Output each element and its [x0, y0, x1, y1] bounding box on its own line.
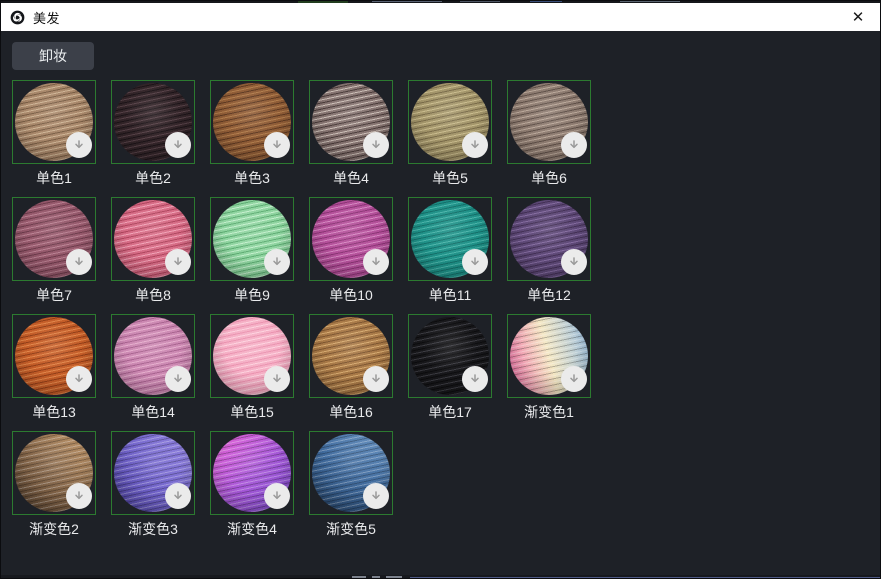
hair-style-tile[interactable]: 单色14	[111, 314, 195, 431]
hair-style-tile[interactable]: 单色11	[408, 197, 492, 314]
tile-label: 单色16	[309, 401, 393, 423]
download-icon[interactable]	[264, 483, 290, 509]
background-text-marks	[620, 0, 680, 2]
download-icon[interactable]	[462, 132, 488, 158]
hair-style-tile[interactable]: 单色3	[210, 80, 294, 197]
tile-label: 单色11	[408, 284, 492, 306]
tile-label: 单色5	[408, 167, 492, 189]
tile-label: 单色6	[507, 167, 591, 189]
download-icon[interactable]	[66, 366, 92, 392]
remove-makeup-button[interactable]: 卸妆	[12, 42, 94, 70]
background-text-marks	[460, 0, 500, 2]
hair-style-tile[interactable]: 单色13	[12, 314, 96, 431]
hair-style-tile[interactable]: 渐变色3	[111, 431, 195, 548]
download-icon[interactable]	[264, 249, 290, 275]
close-icon[interactable]: ✕	[847, 6, 869, 28]
tile-label: 单色7	[12, 284, 96, 306]
tile-label: 单色17	[408, 401, 492, 423]
background-text-marks	[386, 576, 402, 578]
hair-style-tile[interactable]: 渐变色4	[210, 431, 294, 548]
obs-logo-icon	[10, 10, 25, 25]
download-icon[interactable]	[561, 249, 587, 275]
hair-style-tile[interactable]: 单色8	[111, 197, 195, 314]
tile-label: 单色1	[12, 167, 96, 189]
tile-label: 单色8	[111, 284, 195, 306]
hair-style-tile[interactable]: 单色10	[309, 197, 393, 314]
download-icon[interactable]	[66, 132, 92, 158]
tile-label: 单色4	[309, 167, 393, 189]
tile-label: 单色2	[111, 167, 195, 189]
hair-style-tile[interactable]: 单色12	[507, 197, 591, 314]
hair-style-tile[interactable]: 单色6	[507, 80, 591, 197]
download-icon[interactable]	[462, 366, 488, 392]
download-icon[interactable]	[165, 249, 191, 275]
tile-label: 单色3	[210, 167, 294, 189]
tile-label: 渐变色1	[507, 401, 591, 423]
background-text-marks	[530, 0, 562, 2]
hair-style-tile[interactable]: 单色1	[12, 80, 96, 197]
tile-label: 渐变色3	[111, 518, 195, 540]
download-icon[interactable]	[165, 132, 191, 158]
download-icon[interactable]	[363, 132, 389, 158]
download-icon[interactable]	[66, 483, 92, 509]
dialog-title: 美发	[33, 8, 60, 27]
tile-label: 单色10	[309, 284, 393, 306]
tile-label: 单色15	[210, 401, 294, 423]
tile-label: 单色12	[507, 284, 591, 306]
download-icon[interactable]	[363, 483, 389, 509]
download-icon[interactable]	[363, 366, 389, 392]
tile-label: 渐变色2	[12, 518, 96, 540]
download-icon[interactable]	[66, 249, 92, 275]
dialog-body: 卸妆 单色1 单色2	[0, 31, 881, 575]
download-icon[interactable]	[462, 249, 488, 275]
hair-style-tile[interactable]: 渐变色2	[12, 431, 96, 548]
hair-style-tile[interactable]: 单色2	[111, 80, 195, 197]
tile-label: 单色13	[12, 401, 96, 423]
background-app-strip-bottom	[0, 575, 881, 579]
download-icon[interactable]	[165, 366, 191, 392]
hair-style-tile[interactable]: 渐变色1	[507, 314, 591, 431]
hair-style-tile[interactable]: 单色16	[309, 314, 393, 431]
hair-style-tile[interactable]: 单色17	[408, 314, 492, 431]
hair-style-tile[interactable]: 渐变色5	[309, 431, 393, 548]
download-icon[interactable]	[561, 366, 587, 392]
hair-style-tile[interactable]: 单色5	[408, 80, 492, 197]
download-icon[interactable]	[561, 132, 587, 158]
background-text-marks	[352, 576, 366, 578]
tile-label: 单色14	[111, 401, 195, 423]
download-icon[interactable]	[264, 366, 290, 392]
dialog-titlebar: 美发 ✕	[0, 3, 881, 31]
background-text-marks	[372, 576, 380, 578]
hair-style-tile[interactable]: 单色7	[12, 197, 96, 314]
hair-style-tile[interactable]: 单色15	[210, 314, 294, 431]
hair-style-tile[interactable]: 单色9	[210, 197, 294, 314]
tile-label: 渐变色5	[309, 518, 393, 540]
tile-label: 单色9	[210, 284, 294, 306]
tile-label: 渐变色4	[210, 518, 294, 540]
hair-style-tile[interactable]: 单色4	[309, 80, 393, 197]
download-icon[interactable]	[165, 483, 191, 509]
download-icon[interactable]	[264, 132, 290, 158]
background-text-marks	[372, 0, 442, 2]
download-icon[interactable]	[363, 249, 389, 275]
hair-style-grid: 单色1 单色2 单色3	[12, 80, 591, 548]
